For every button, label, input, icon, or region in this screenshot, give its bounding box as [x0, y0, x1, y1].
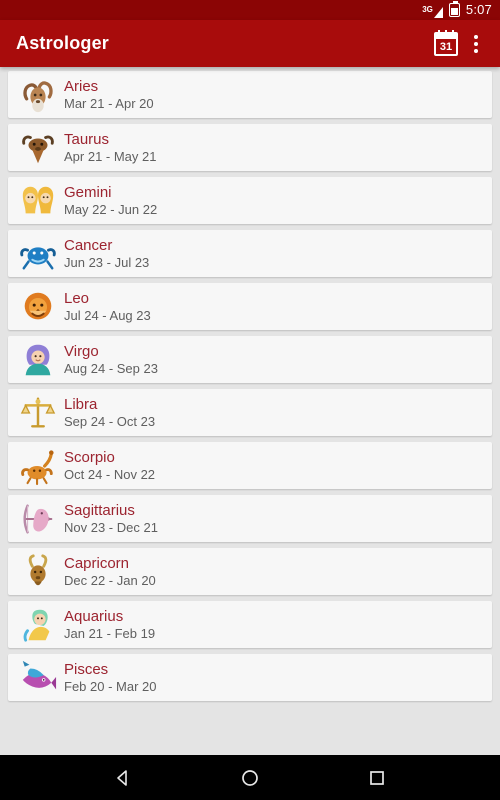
sign-name: Gemini — [64, 184, 112, 201]
app-bar-actions: 31 — [434, 29, 488, 56]
signal-bars-icon: 3G — [422, 3, 443, 18]
cancer-crab-icon — [18, 233, 58, 275]
sign-dates: Apr 21 - May 21 — [64, 149, 157, 164]
list-item-text: Gemini May 22 - Jun 22 — [64, 184, 157, 217]
sign-dates: Aug 24 - Sep 23 — [64, 361, 158, 376]
list-item-text: Libra Sep 24 - Oct 23 — [64, 396, 155, 429]
sign-dates: Mar 21 - Apr 20 — [64, 96, 154, 111]
list-item-text: Sagittarius Nov 23 - Dec 21 — [64, 502, 158, 535]
list-item-text: Aquarius Jan 21 - Feb 19 — [64, 608, 155, 641]
sign-name: Cancer — [64, 237, 113, 254]
list-item[interactable]: Leo Jul 24 - Aug 23 — [8, 283, 492, 330]
gemini-twins-icon — [18, 180, 58, 222]
sign-dates: May 22 - Jun 22 — [64, 202, 158, 217]
sign-name: Scorpio — [64, 449, 115, 466]
list-item[interactable]: Libra Sep 24 - Oct 23 — [8, 389, 492, 436]
sign-name: Leo — [64, 290, 90, 307]
sign-name: Aquarius — [64, 608, 124, 625]
list-item[interactable]: Aries Mar 21 - Apr 20 — [8, 71, 492, 118]
sign-name: Virgo — [64, 343, 99, 360]
status-bar-clock: 5:07 — [465, 2, 492, 17]
sign-dates: Feb 20 - Mar 20 — [64, 679, 157, 694]
list-item-text: Aries Mar 21 - Apr 20 — [64, 78, 154, 111]
phone-screen: 3G 5:07 Astrologer 31 Aries Mar 21 - Apr… — [0, 0, 500, 800]
signal-triangle — [433, 7, 443, 18]
list-item[interactable]: Cancer Jun 23 - Jul 23 — [8, 230, 492, 277]
list-item-text: Cancer Jun 23 - Jul 23 — [64, 237, 149, 270]
sign-dates: Jun 23 - Jul 23 — [64, 255, 150, 270]
sign-name: Aries — [64, 78, 99, 95]
sign-name: Libra — [64, 396, 98, 413]
list-item-text: Taurus Apr 21 - May 21 — [64, 131, 157, 164]
sagittarius-archer-icon — [18, 498, 58, 540]
list-item[interactable]: Virgo Aug 24 - Sep 23 — [8, 336, 492, 383]
calendar-band — [436, 33, 456, 39]
list-item[interactable]: Sagittarius Nov 23 - Dec 21 — [8, 495, 492, 542]
list-item-text: Capricorn Dec 22 - Jan 20 — [64, 555, 156, 588]
leo-lion-icon — [18, 286, 58, 328]
network-type-label: 3G — [422, 5, 433, 14]
aries-ram-icon — [18, 74, 58, 116]
back-triangle-icon[interactable] — [105, 760, 141, 796]
virgo-maiden-icon — [18, 339, 58, 381]
list-item-text: Virgo Aug 24 - Sep 23 — [64, 343, 158, 376]
sign-dates: Oct 24 - Nov 22 — [64, 467, 156, 482]
status-bar: 3G 5:07 — [0, 0, 500, 20]
calendar-icon[interactable]: 31 — [434, 29, 458, 56]
sign-dates: Jul 24 - Aug 23 — [64, 308, 151, 323]
list-item-text: Leo Jul 24 - Aug 23 — [64, 290, 151, 323]
scorpio-scorpion-icon — [18, 445, 58, 487]
capricorn-goat-icon — [18, 551, 58, 593]
app-title: Astrologer — [16, 33, 110, 53]
zodiac-list[interactable]: Aries Mar 21 - Apr 20 Taurus Apr 21 - Ma… — [0, 67, 500, 755]
list-item[interactable]: Taurus Apr 21 - May 21 — [8, 124, 492, 171]
sign-name: Capricorn — [64, 555, 130, 572]
list-item[interactable]: Pisces Feb 20 - Mar 20 — [8, 654, 492, 701]
battery-icon — [448, 1, 460, 17]
android-navigation-bar — [0, 755, 500, 800]
app-bar: Astrologer 31 — [0, 20, 500, 67]
calendar-day-label: 31 — [439, 40, 453, 53]
aquarius-waterbearer-icon — [18, 604, 58, 646]
sign-dates: Dec 22 - Jan 20 — [64, 573, 156, 588]
home-circle-icon[interactable] — [232, 760, 268, 796]
sign-dates: Sep 24 - Oct 23 — [64, 414, 156, 429]
sign-name: Pisces — [64, 661, 109, 678]
sign-name: Taurus — [64, 131, 110, 148]
list-item[interactable]: Aquarius Jan 21 - Feb 19 — [8, 601, 492, 648]
list-item[interactable]: Gemini May 22 - Jun 22 — [8, 177, 492, 224]
list-item[interactable]: Scorpio Oct 24 - Nov 22 — [8, 442, 492, 489]
list-item-text: Pisces Feb 20 - Mar 20 — [64, 661, 157, 694]
pisces-fish-icon — [18, 657, 58, 699]
sign-dates: Nov 23 - Dec 21 — [64, 520, 158, 535]
sign-dates: Jan 21 - Feb 19 — [64, 626, 156, 641]
sign-name: Sagittarius — [64, 502, 135, 519]
list-item[interactable]: Capricorn Dec 22 - Jan 20 — [8, 548, 492, 595]
list-item-text: Scorpio Oct 24 - Nov 22 — [64, 449, 155, 482]
libra-scales-icon — [18, 392, 58, 434]
taurus-bull-icon — [18, 127, 58, 169]
overflow-menu-icon[interactable] — [464, 32, 488, 56]
recents-square-icon[interactable] — [359, 760, 395, 796]
